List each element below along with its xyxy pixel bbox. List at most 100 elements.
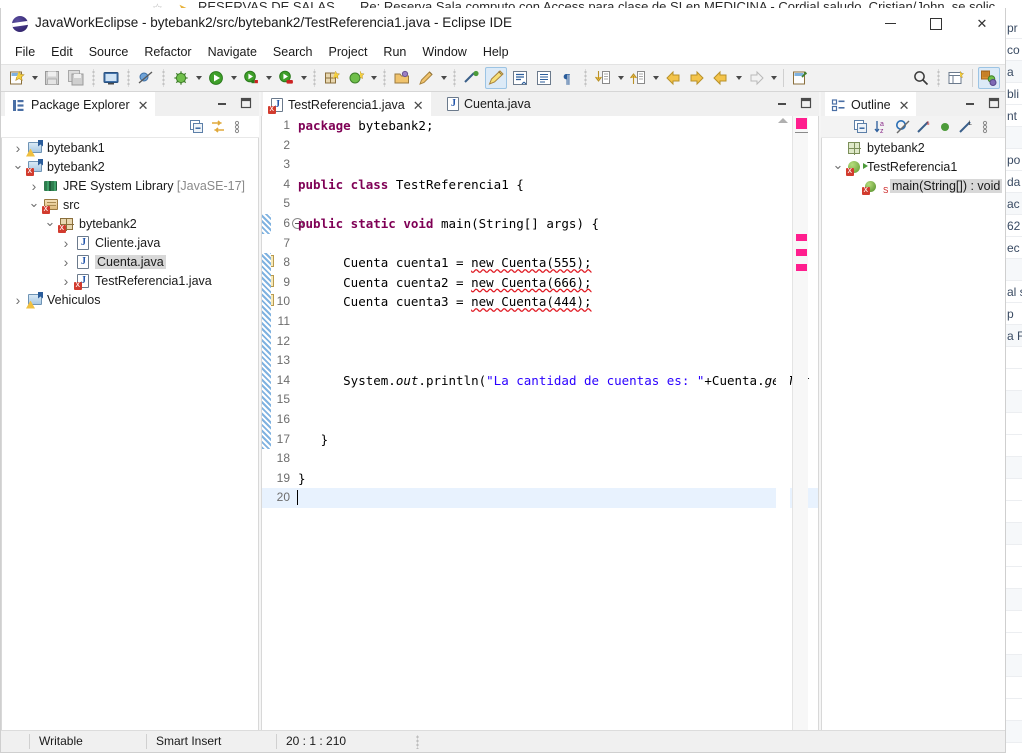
code-line-8[interactable]: 8 Cuenta cuenta1 = new Cuenta(555);	[262, 253, 818, 278]
maximize-view-icon[interactable]	[239, 96, 253, 110]
hide-static-members-icon[interactable]: s	[916, 119, 932, 135]
scroll-up-icon[interactable]	[778, 118, 788, 123]
forward-icon[interactable]	[686, 67, 708, 89]
tree-item-jre-system-library-javase-17-[interactable]: JRE System Library [JavaSE-17]	[2, 176, 258, 195]
open-perspective-icon[interactable]	[945, 67, 967, 89]
tab-package-explorer[interactable]: Package Explorer ✕	[5, 92, 155, 116]
open-type-icon[interactable]	[391, 67, 413, 89]
maximize-view-icon[interactable]	[987, 96, 1001, 110]
quick-access-pencil-icon[interactable]	[415, 67, 437, 89]
run-external-icon[interactable]	[275, 67, 297, 89]
menu-item-run[interactable]: Run	[375, 42, 414, 62]
view-menu-icon[interactable]	[234, 119, 240, 135]
new-class-icon[interactable]	[345, 67, 367, 89]
run-icon[interactable]	[205, 67, 227, 89]
hide-non-public-members-icon[interactable]	[937, 119, 953, 135]
code-line-9[interactable]: 9 Cuenta cuenta2 = new Cuenta(666);	[262, 273, 818, 297]
code-line-1[interactable]: 1 package bytebank2;	[262, 116, 818, 136]
expand-toggle[interactable]	[26, 197, 42, 213]
collapse-all-icon[interactable]	[853, 119, 869, 135]
code-line-6[interactable]: 6 public static void main(String[] args) …	[262, 214, 818, 234]
hide-fields-icon[interactable]	[895, 119, 911, 135]
new-class-dropdown[interactable]	[368, 68, 379, 88]
new-package-icon[interactable]	[321, 67, 343, 89]
next-annotation-dropdown[interactable]	[615, 68, 626, 88]
toggle-block-selection-icon[interactable]	[485, 67, 507, 89]
tree-item-vehiculos[interactable]: Vehiculos	[2, 290, 258, 309]
tree-item-bytebank1[interactable]: bytebank1	[2, 138, 258, 157]
pilcrow-icon[interactable]: ¶	[557, 67, 579, 89]
hide-local-types-icon[interactable]: L	[958, 119, 974, 135]
code-line-7[interactable]: 7	[262, 234, 818, 254]
java-perspective-icon[interactable]	[978, 67, 1000, 89]
code-line-14[interactable]: 14 System.out.println("La cantidad de cu…	[262, 371, 818, 391]
editor-body[interactable]: 1 package bytebank2; 2 3 4 public class TestR…	[261, 116, 819, 749]
menu-item-project[interactable]: Project	[321, 42, 376, 62]
code-line-20[interactable]: 20	[262, 488, 818, 508]
expand-toggle[interactable]	[58, 273, 74, 289]
debug-icon[interactable]	[170, 67, 192, 89]
tree-item-testreferencia1-java[interactable]: TestReferencia1.java	[2, 271, 258, 290]
package-explorer-tree[interactable]: bytebank1 bytebank2 JRE System Library [Ja…	[1, 138, 259, 749]
code-line-4[interactable]: 4 public class TestReferencia1 {	[262, 175, 818, 195]
close-icon[interactable]: ✕	[897, 99, 912, 112]
minimize-button[interactable]	[867, 8, 913, 39]
tree-item-src[interactable]: src	[2, 195, 258, 214]
menu-item-window[interactable]: Window	[414, 42, 474, 62]
previous-annotation-dropdown[interactable]	[650, 68, 661, 88]
expand-toggle[interactable]	[42, 216, 58, 232]
code-line-19[interactable]: 19}	[262, 469, 818, 489]
editor-tab-testreferencia1-java[interactable]: TestReferencia1.java ✕	[263, 92, 431, 116]
code-line-18[interactable]: 18	[262, 449, 818, 469]
tree-item-bytebank2[interactable]: bytebank2	[2, 214, 258, 233]
new-wizard-icon[interactable]	[6, 67, 28, 89]
pin-editor-icon[interactable]	[789, 67, 811, 89]
overview-error-marker[interactable]	[796, 264, 807, 271]
minimize-view-icon[interactable]	[215, 96, 229, 110]
menu-item-help[interactable]: Help	[475, 42, 517, 62]
sort-alphabetically-icon[interactable]: az	[874, 119, 890, 135]
tree-item-cliente-java[interactable]: Cliente.java	[2, 233, 258, 252]
expand-toggle[interactable]	[10, 140, 26, 156]
code-line-17[interactable]: 17 }	[262, 430, 818, 450]
save-icon[interactable]	[41, 67, 63, 89]
skip-breakpoints-icon[interactable]	[135, 67, 157, 89]
expand-toggle[interactable]	[830, 159, 846, 175]
toggle-mark-occurrences-icon[interactable]	[461, 67, 483, 89]
expand-toggle[interactable]	[10, 292, 26, 308]
expand-toggle[interactable]	[58, 254, 74, 270]
next-annotation-icon[interactable]	[592, 67, 614, 89]
close-button[interactable]: ✕	[959, 8, 1005, 39]
next-edit-icon[interactable]	[745, 67, 767, 89]
view-menu-icon[interactable]	[982, 119, 988, 135]
debug-dropdown[interactable]	[193, 68, 204, 88]
next-edit-dropdown[interactable]	[768, 68, 779, 88]
overview-error-marker[interactable]	[796, 234, 807, 241]
overview-ruler[interactable]	[792, 116, 808, 731]
code-line-12[interactable]: 12	[262, 332, 818, 352]
outline-item-bytebank2[interactable]: bytebank2	[822, 138, 1005, 157]
close-icon[interactable]: ✕	[411, 99, 426, 112]
menu-item-search[interactable]: Search	[265, 42, 321, 62]
maximize-editor-icon[interactable]	[799, 96, 813, 110]
collapse-all-icon[interactable]	[189, 119, 205, 135]
tree-item-cuenta-java[interactable]: Cuenta.java	[2, 252, 258, 271]
menu-item-refactor[interactable]: Refactor	[136, 42, 199, 62]
run-coverage-icon[interactable]	[240, 67, 262, 89]
outline-tree[interactable]: bytebank2 TestReferencia1 Smain(String[]) …	[821, 138, 1005, 749]
expand-toggle[interactable]	[26, 178, 42, 194]
coverage-dropdown[interactable]	[263, 68, 274, 88]
previous-annotation-icon[interactable]	[627, 67, 649, 89]
outline-item-main-string-void[interactable]: Smain(String[]) : void	[822, 176, 1005, 195]
link-with-editor-icon[interactable]	[210, 119, 226, 135]
menu-item-navigate[interactable]: Navigate	[200, 42, 265, 62]
code-line-5[interactable]: 5	[262, 194, 818, 214]
expand-toggle[interactable]	[10, 159, 26, 175]
previous-edit-dropdown[interactable]	[733, 68, 744, 88]
menu-item-file[interactable]: File	[7, 42, 43, 62]
tab-outline[interactable]: Outline ✕	[825, 92, 916, 116]
save-all-icon[interactable]	[65, 67, 87, 89]
overview-error-marker[interactable]	[796, 249, 807, 256]
open-console-icon[interactable]	[100, 67, 122, 89]
expand-toggle[interactable]	[58, 235, 74, 251]
